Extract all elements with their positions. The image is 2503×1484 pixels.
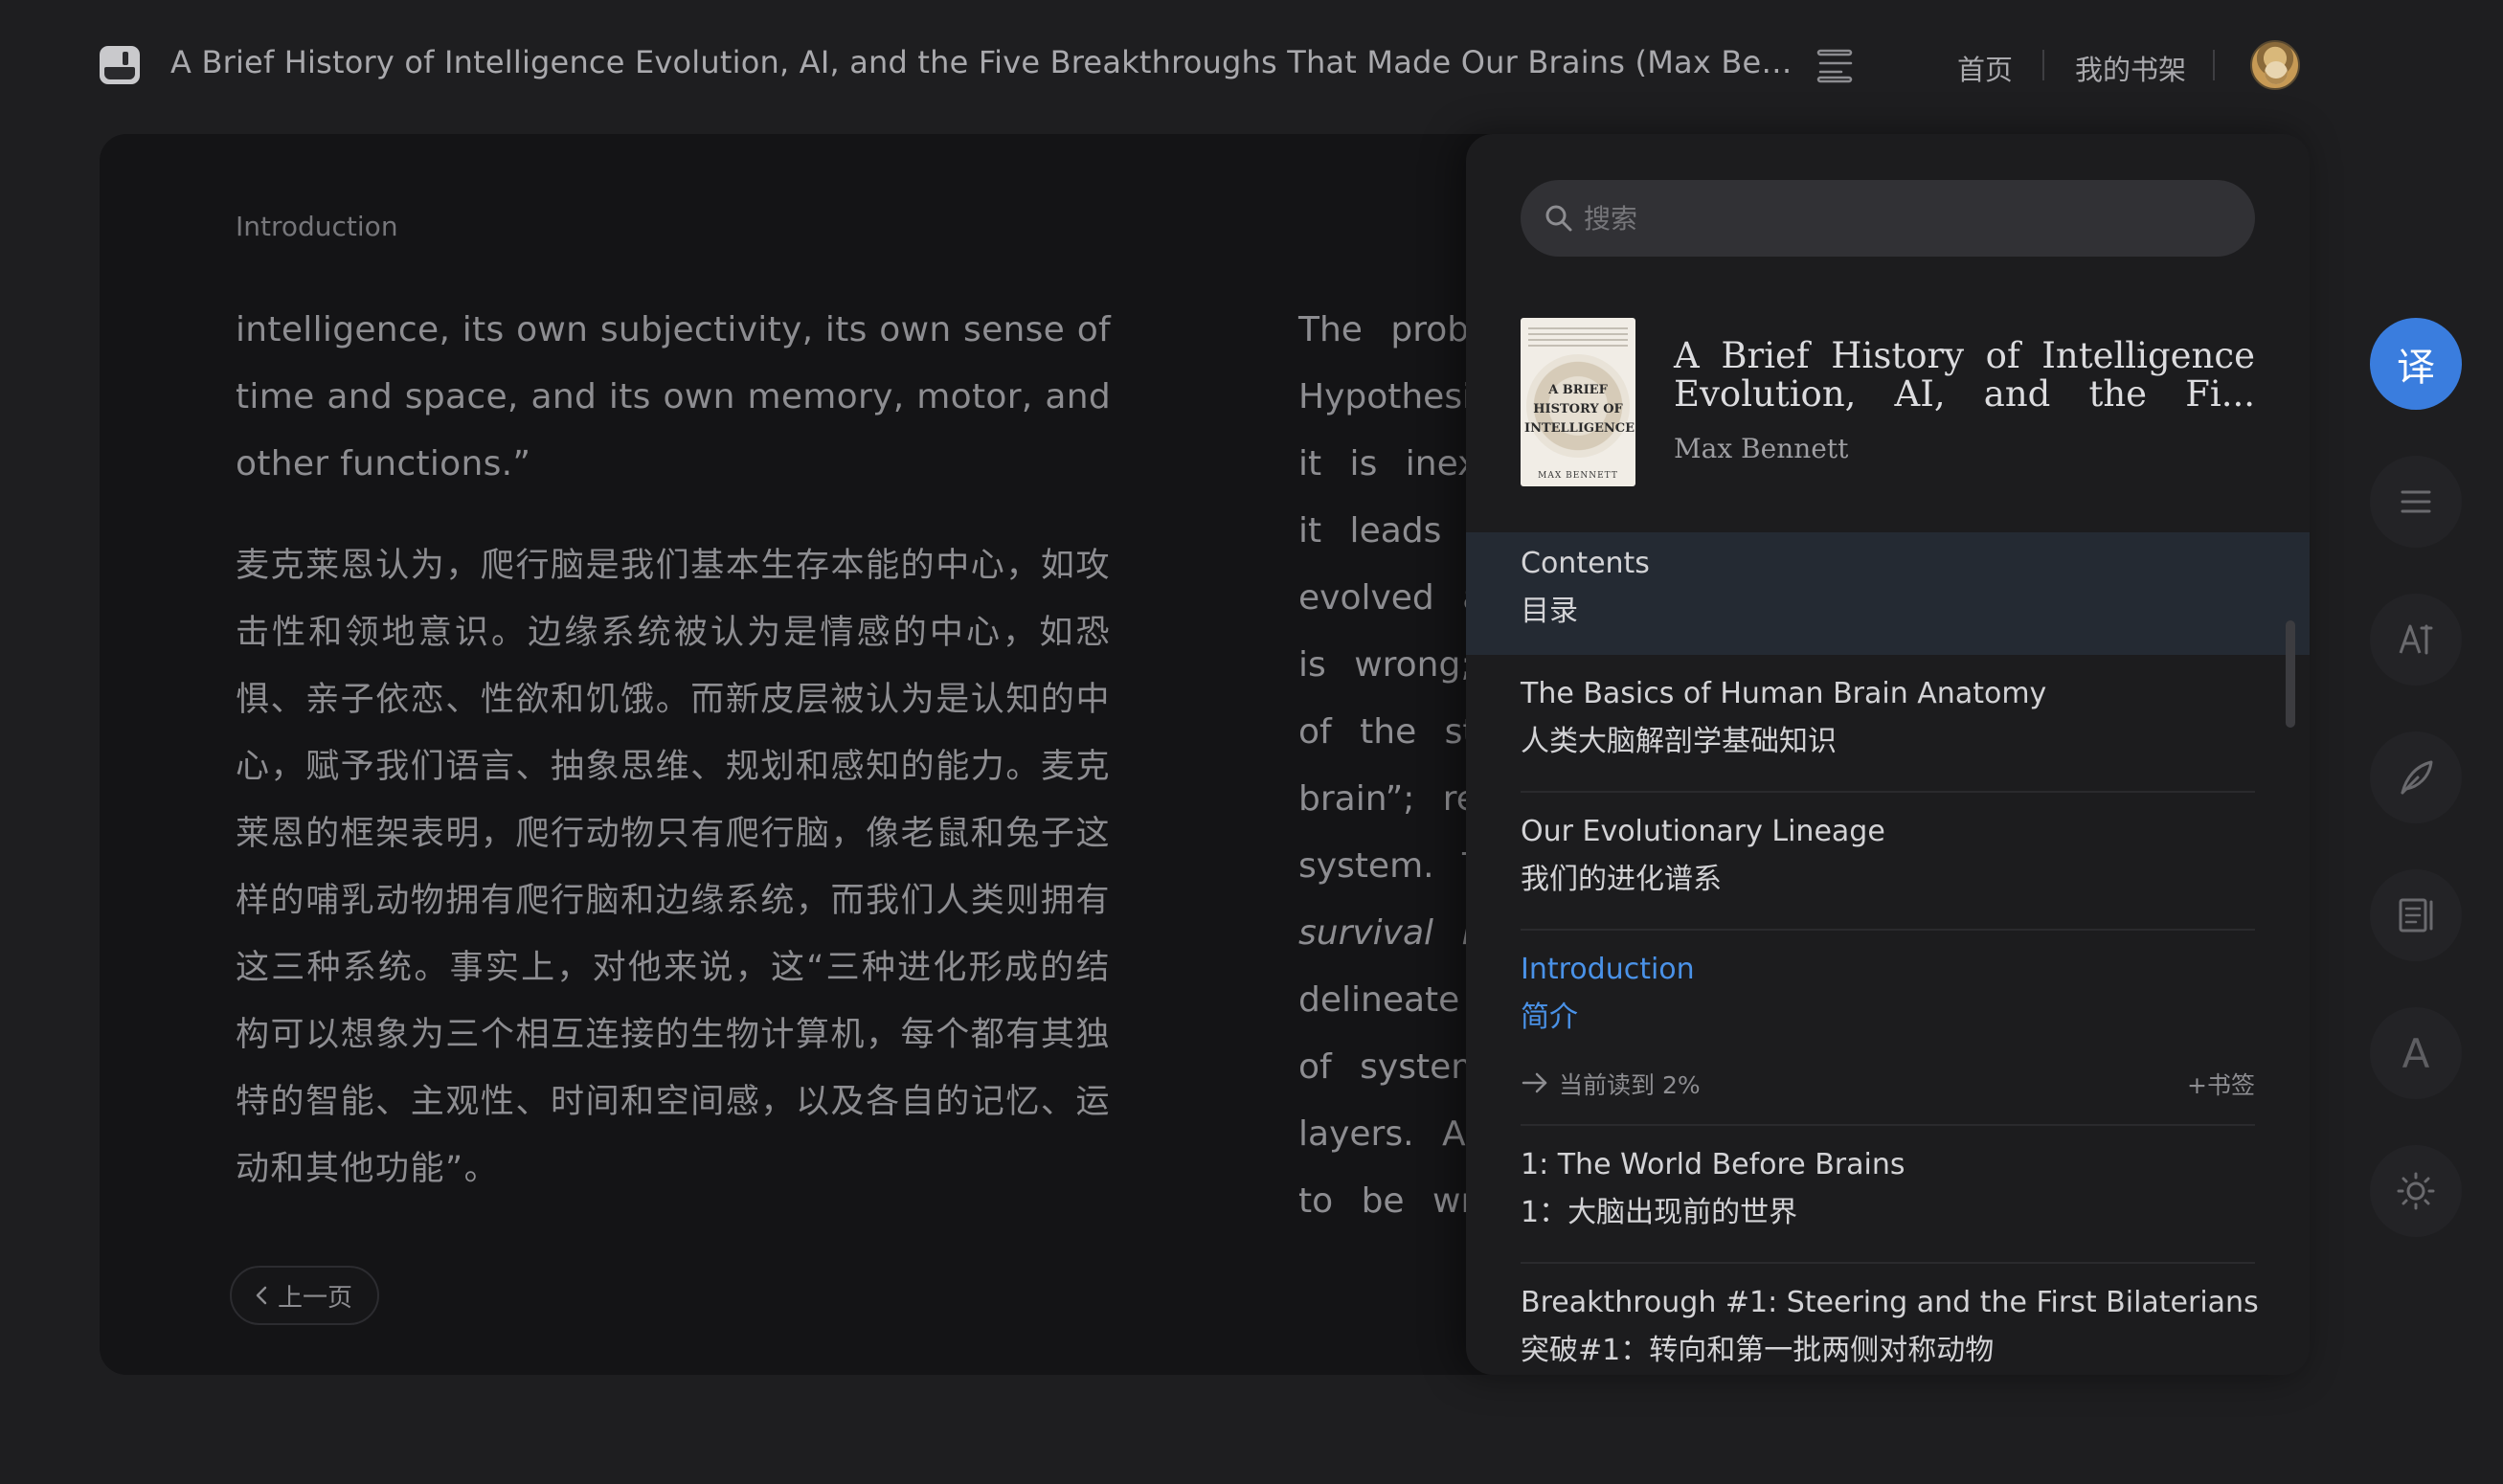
cover-decoration — [1528, 327, 1628, 350]
toc-search-box[interactable] — [1521, 180, 2255, 257]
book-cover[interactable]: A BRIEF HISTORY OF INTELLIGENCE MAX BENN… — [1521, 318, 1635, 486]
user-avatar[interactable] — [2250, 40, 2300, 90]
app-logo-icon[interactable] — [100, 46, 140, 84]
toc-item-title-en: Introduction — [1521, 953, 1695, 986]
book-info-card: A BRIEF HISTORY OF INTELLIGENCE MAX BENN… — [1521, 318, 2255, 488]
toc-item-brain-anatomy[interactable]: The Basics of Human Brain Anatomy 人类大脑解剖… — [1466, 655, 2310, 793]
toc-item-title-zh: 我们的进化谱系 — [1521, 863, 1722, 896]
nav-home-link[interactable]: 首页 — [1957, 48, 2013, 88]
theme-toggle-button[interactable] — [2370, 1145, 2462, 1237]
chevron-left-icon — [256, 1286, 267, 1305]
nav-bookshelf-link[interactable]: 我的书架 — [2075, 48, 2186, 88]
cover-author: MAX BENNETT — [1538, 471, 1618, 481]
toc-search-input[interactable] — [1584, 180, 2235, 257]
toc-item-chapter-1[interactable]: 1: The World Before Brains 1：大脑出现前的世界 — [1466, 1126, 2310, 1264]
feather-pen-icon — [2401, 760, 2433, 795]
toc-item-breakthrough-1[interactable]: Breakthrough #1: Steering and the First … — [1466, 1264, 2310, 1375]
toc-item-title-en: Our Evolutionary Lineage — [1521, 815, 1885, 848]
left-page-column: intelligence, its own subjectivity, its … — [236, 297, 1111, 1203]
toc-book-author: Max Bennett — [1674, 433, 1849, 464]
reading-mode-button[interactable] — [2370, 869, 2462, 961]
toc-item-introduction[interactable]: Introduction 简介 当前读到 2% +书签 — [1466, 931, 2310, 1126]
top-bar: A Brief History of Intelligence Evolutio… — [0, 0, 2503, 130]
nav-divider — [2042, 50, 2044, 80]
sun-icon — [2397, 1172, 2435, 1210]
chapter-label: Introduction — [236, 211, 398, 242]
previous-page-button[interactable]: 上一页 — [230, 1266, 380, 1325]
paragraph-english: intelligence, its own subjectivity, its … — [236, 310, 1111, 483]
toc-item-title-en: Contents — [1521, 547, 1650, 580]
page-list-icon — [2399, 898, 2433, 933]
toc-item-contents[interactable]: Contents 目录 — [1466, 532, 2310, 655]
toc-button[interactable] — [2370, 456, 2462, 548]
toc-panel: A BRIEF HISTORY OF INTELLIGENCE MAX BENN… — [1466, 134, 2310, 1375]
toc-item-title-en: 1: The World Before Brains — [1521, 1148, 1905, 1181]
toc-item-evolutionary-lineage[interactable]: Our Evolutionary Lineage 我们的进化谱系 — [1466, 793, 2310, 931]
toc-list: Contents 目录 The Basics of Human Brain An… — [1466, 532, 2310, 1375]
cover-title: A BRIEF HISTORY OF INTELLIGENCE — [1524, 383, 1635, 436]
toc-item-title-zh: 目录 — [1521, 595, 1578, 628]
toc-item-title-en: The Basics of Human Brain Anatomy — [1521, 677, 2047, 710]
menu-list-icon — [2401, 490, 2431, 513]
text-size-button[interactable] — [2370, 594, 2462, 686]
translate-icon: 译 — [2397, 346, 2435, 390]
toc-book-name: A Brief History of Intelligence Evolutio… — [1674, 335, 2255, 415]
search-icon — [1545, 205, 1572, 232]
text-size-icon — [2399, 624, 2433, 655]
book-title: A Brief History of Intelligence Evolutio… — [170, 44, 1798, 80]
toc-item-title-zh: 1：大脑出现前的世界 — [1521, 1196, 1798, 1229]
note-button[interactable] — [2370, 731, 2462, 823]
previous-page-label: 上一页 — [278, 1283, 353, 1313]
reading-progress-text: 当前读到 2% — [1559, 1071, 1701, 1099]
nav-divider — [2213, 50, 2215, 80]
toc-item-title-zh: 突破#1：转向和第一批两侧对称动物 — [1521, 1334, 1995, 1367]
font-icon: A — [2402, 1029, 2430, 1077]
arrow-right-icon — [1522, 1072, 1547, 1093]
toc-item-title-en: Breakthrough #1: Steering and the First … — [1521, 1286, 2259, 1319]
reading-progress-row: 当前读到 2% +书签 — [1521, 1065, 2255, 1103]
toc-item-title-zh: 简介 — [1521, 1001, 1578, 1034]
paragraph-chinese: 麦克莱恩认为，爬行脑是我们基本生存本能的中心，如攻击性和领地意识。边缘系统被认为… — [236, 547, 1111, 1188]
font-button[interactable]: A — [2370, 1007, 2462, 1099]
toc-scrollbar[interactable] — [2286, 620, 2295, 728]
toc-toggle-icon[interactable] — [1816, 48, 1855, 84]
translate-button[interactable]: 译 — [2370, 318, 2462, 410]
add-bookmark-button[interactable]: +书签 — [2187, 1067, 2255, 1101]
toc-item-title-zh: 人类大脑解剖学基础知识 — [1521, 725, 1837, 758]
